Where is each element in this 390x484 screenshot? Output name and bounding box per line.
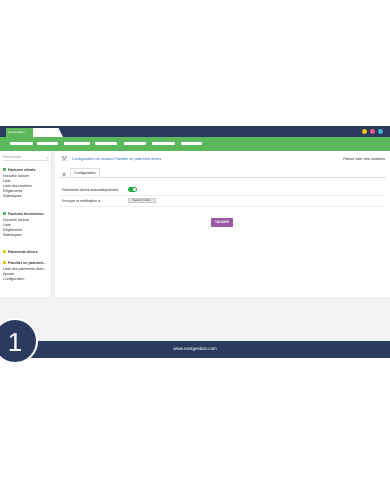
setting-label-auto-payments: Paiements divers automatiquement (62, 188, 119, 192)
sidebar-section-factures-fournisseur[interactable]: Factures fournisseur (3, 212, 44, 216)
sidebar-section-title: Factures clients (8, 168, 36, 172)
sidebar-item[interactable]: Ajouter (3, 272, 14, 276)
window-dot-yellow[interactable] (362, 129, 367, 134)
sidebar-item[interactable]: Statistiques (3, 233, 22, 237)
invoice-icon (3, 212, 6, 215)
sidebar-item[interactable]: Configuration (3, 277, 24, 281)
sidebar-item[interactable]: Liste des paiements diver... (3, 267, 47, 271)
search-placeholder: Rechercher (3, 155, 22, 159)
row-divider (59, 206, 386, 207)
browser-tab[interactable] (33, 128, 63, 137)
nav-item-1[interactable] (10, 142, 33, 145)
sidebar-section-title: Paiements divers (8, 250, 38, 254)
nav-item-4[interactable] (95, 142, 117, 145)
tools-icon: ⚒ (61, 156, 68, 163)
nav-item-7[interactable] (181, 142, 202, 145)
brand-tab[interactable]: NextGestion (6, 128, 33, 137)
sidebar-item[interactable]: Nouvelle facture (3, 174, 29, 178)
sidebar-item[interactable]: Liste (3, 223, 11, 227)
sidebar-section-title: Planifier un paiemen... (8, 261, 47, 265)
sidebar-item[interactable]: Nouvelle facture (3, 218, 29, 222)
sidebar-item[interactable]: Liste (3, 179, 11, 183)
row-divider (59, 195, 386, 196)
tab-divider (59, 177, 386, 178)
sidebar-search[interactable]: Rechercher ⌕ (3, 155, 49, 161)
step-number: 1 (7, 327, 23, 357)
nav-item-5[interactable] (124, 142, 146, 145)
sidebar-item[interactable]: Liste des modèles (3, 184, 32, 188)
sidebar-section-paiements-divers[interactable]: Paiements divers (3, 250, 38, 254)
invoice-icon (3, 168, 6, 171)
sidebar-item[interactable]: Statistiques (3, 194, 22, 198)
validate-button[interactable]: VALIDER (211, 218, 233, 227)
nav-item-3[interactable] (64, 142, 90, 145)
window-dot-blue[interactable] (378, 129, 383, 134)
sidebar-section-factures-clients[interactable]: Factures clients (3, 168, 35, 172)
screenshot-root: NextGestion Rechercher ⌕ Factures client… (0, 0, 390, 484)
sidebar-section-title: Factures fournisseur (8, 212, 44, 216)
notify-user-select[interactable]: - Selectz Utilis (128, 198, 156, 203)
search-icon[interactable]: ⌕ (47, 155, 49, 160)
nav-item-2[interactable] (37, 142, 58, 145)
sidebar-section-planifier-paiement[interactable]: Planifier un paiemen... (3, 261, 46, 265)
window-dot-pink[interactable] (370, 129, 375, 134)
sidebar-item[interactable]: Règlements (3, 189, 22, 193)
page-title: Configuration du module Planifier un pai… (72, 157, 162, 161)
back-to-modules-link[interactable]: Retour liste des modules (343, 157, 385, 161)
auto-payments-toggle[interactable] (128, 187, 137, 192)
footer-website: www.nextgestion.com (173, 346, 217, 351)
payment-icon (3, 250, 6, 253)
nav-item-6[interactable] (152, 142, 175, 145)
toggle-knob (132, 187, 137, 192)
setting-label-notify: Envoyer la notification à (62, 199, 101, 203)
sidebar-item[interactable]: Règlements (3, 228, 22, 232)
payment-icon (3, 261, 6, 264)
